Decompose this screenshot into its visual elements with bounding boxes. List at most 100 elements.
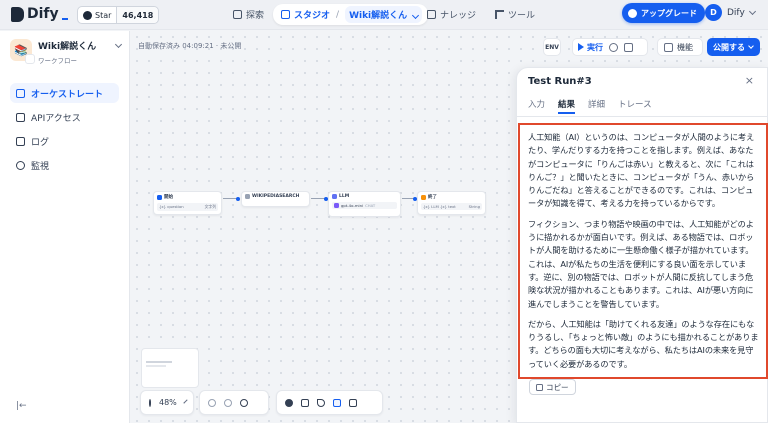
copy-icon — [536, 383, 543, 391]
sidebar-item-logs[interactable]: ログ — [10, 131, 119, 151]
pointer-icon[interactable] — [317, 398, 325, 407]
history-icon[interactable] — [609, 42, 618, 52]
chevron-down-icon — [183, 398, 188, 404]
sidebar-item-label: オーケストレート — [31, 89, 104, 100]
home-icon — [157, 194, 162, 200]
layout-icon — [16, 88, 25, 98]
sidebar: 📚 Wiki解説くん ワークフロー オーケストレート APIアクセス ログ 監視… — [0, 31, 130, 423]
nav-tools-label: ツール — [508, 11, 536, 21]
app-type: ワークフロー — [38, 57, 77, 65]
explore-icon — [233, 10, 242, 19]
sidebar-item-api-access[interactable]: APIアクセス — [10, 107, 119, 127]
tab-result[interactable]: 結果 — [558, 98, 576, 114]
panel-tabs: 入力 結果 詳細 トレース — [528, 98, 665, 114]
organize-blocks-icon[interactable] — [349, 398, 357, 407]
workflow-badge-icon — [25, 54, 35, 64]
dify-logo[interactable]: Dify — [11, 6, 68, 22]
copy-button[interactable]: コピー — [529, 379, 576, 395]
sidebar-item-label: 監視 — [31, 161, 50, 172]
nav-studio[interactable]: スタジオ / Wiki解説くん — [273, 4, 429, 25]
add-node-icon[interactable] — [285, 398, 293, 407]
user-menu[interactable]: D Dify — [705, 4, 756, 21]
checklist-icon[interactable] — [624, 42, 633, 52]
dify-logo-icon — [11, 6, 24, 22]
sparkle-icon — [628, 8, 637, 18]
features-button[interactable]: 機能 — [657, 38, 703, 56]
user-name: Dify — [727, 7, 745, 18]
nav-studio-label: スタジオ — [294, 11, 331, 21]
end-icon — [421, 194, 426, 200]
app-name: Wiki解説くん — [38, 42, 97, 52]
chevron-down-icon — [115, 40, 123, 48]
redo-icon[interactable] — [224, 398, 232, 407]
llm-icon — [332, 194, 337, 199]
close-icon[interactable]: × — [745, 74, 754, 87]
run-toolbar: 実行 — [572, 38, 648, 56]
tab-trace[interactable]: トレース — [618, 98, 652, 114]
version-history-icon[interactable] — [240, 398, 248, 407]
undo-icon[interactable] — [208, 398, 216, 407]
github-icon — [83, 10, 92, 20]
zoom-control[interactable]: 48% — [140, 390, 194, 415]
tab-input[interactable]: 入力 — [528, 98, 545, 114]
nav-explore-label: 探索 — [246, 11, 265, 21]
tab-detail[interactable]: 詳細 — [588, 98, 605, 114]
chevron-down-icon — [748, 7, 756, 15]
github-star-count: 46,418 — [117, 7, 159, 23]
studio-app-name: Wiki解説くん — [349, 11, 408, 21]
sidebar-item-monitoring[interactable]: 監視 — [10, 155, 119, 175]
studio-app-switcher[interactable]: Wiki解説くん — [345, 6, 423, 23]
app-icon: 📚 — [10, 39, 35, 64]
panel-title: Test Run#3 — [528, 76, 592, 87]
sidebar-item-label: APIアクセス — [31, 113, 81, 124]
sidebar-item-label: ログ — [31, 137, 50, 148]
edge — [402, 196, 417, 201]
result-paragraph: 人工知能（AI）というのは、コンピュータが人間のように考えたり、学んだりする力を… — [528, 132, 755, 209]
history-controls — [199, 390, 269, 415]
nav-tools[interactable]: ツール — [487, 4, 543, 25]
edge — [223, 196, 240, 201]
zoom-level: 48% — [159, 398, 177, 407]
autosave-status: 自動保存済み 04:09:21 · 未公開 — [138, 42, 242, 50]
file-list-icon — [16, 136, 25, 146]
brand-name: Dify — [27, 6, 59, 22]
run-button[interactable]: 実行 — [578, 42, 603, 53]
wikipedia-icon — [245, 194, 250, 199]
node-llm[interactable]: LLM gpt-4o-mini CHAT — [328, 191, 401, 217]
result-paragraph: フィクション、つまり物語や映画の中では、人工知能がどのように描かれるかが面白いで… — [528, 218, 754, 309]
publish-button[interactable]: 公開する — [707, 38, 760, 56]
play-icon — [578, 43, 584, 51]
result-output: 人工知能（AI）というのは、コンピュータが人間のように考えたり、学んだりする力を… — [518, 123, 768, 379]
env-button[interactable]: ENV — [543, 38, 561, 56]
chevron-down-icon — [748, 42, 754, 49]
github-star-button[interactable]: Star 46,418 — [77, 6, 160, 24]
github-star-label: Star — [95, 10, 112, 20]
avatar: D — [705, 4, 722, 21]
hand-icon[interactable] — [333, 398, 341, 407]
zoom-out-icon[interactable] — [149, 398, 151, 407]
nav-explore[interactable]: 探索 — [225, 4, 272, 25]
upgrade-button[interactable]: アップグレード — [622, 3, 705, 23]
sidebar-item-orchestrate[interactable]: オーケストレート — [10, 83, 119, 103]
collapse-sidebar-icon[interactable]: |← — [16, 401, 27, 411]
test-run-panel: Test Run#3 × 入力 結果 詳細 トレース 人工知能（AI）というのは… — [516, 67, 768, 423]
studio-icon — [281, 10, 290, 19]
app-header[interactable]: 📚 Wiki解説くん ワークフロー — [10, 39, 123, 65]
node-start[interactable]: 開始 {x} question 文字列 — [153, 191, 222, 215]
canvas-tools — [276, 390, 383, 415]
top-bar: Dify Star 46,418 探索 スタジオ / Wiki解説くん ナレッジ… — [0, 0, 768, 30]
edge — [311, 196, 328, 201]
nav-knowledge[interactable]: ナレッジ — [419, 4, 484, 25]
dashboard-icon — [16, 160, 25, 170]
minimap[interactable] — [141, 348, 199, 388]
terminal-icon — [16, 112, 25, 122]
node-wikipedia-search[interactable]: WIKIPEDIASEARCH — [241, 191, 310, 207]
add-note-icon[interactable] — [301, 398, 309, 407]
upgrade-label: アップグレード — [641, 8, 697, 18]
nav-knowledge-label: ナレッジ — [440, 11, 477, 21]
book-icon — [427, 10, 436, 19]
hammer-icon — [495, 10, 504, 19]
features-icon — [664, 42, 673, 52]
node-end[interactable]: 終了 {x} LLM {x} text String — [417, 191, 486, 215]
model-icon — [334, 203, 339, 208]
